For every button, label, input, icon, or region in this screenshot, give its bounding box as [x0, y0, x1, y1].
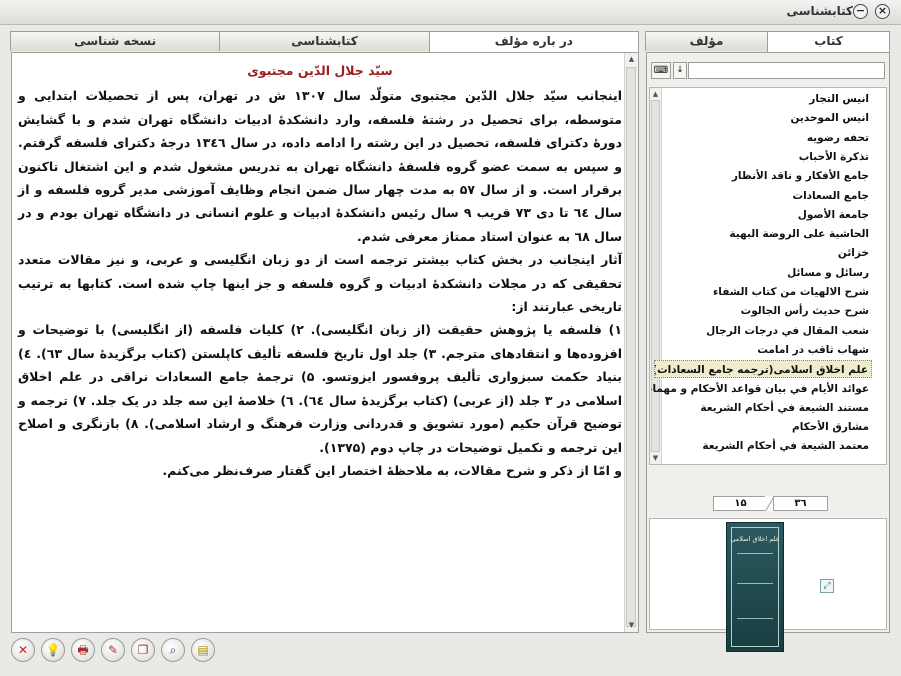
author-panel: نسخه شناسی کتابشناسی در باره مؤلف سیّد ج… [10, 31, 639, 633]
cover-title: علم اخلاق اسلامی [730, 535, 780, 543]
print-icon: 🖶 [77, 643, 89, 657]
keyboard-button[interactable]: ⌨ [651, 62, 671, 79]
notes-button[interactable]: ▤ [191, 638, 215, 662]
scroll-up-icon[interactable]: ▲ [626, 54, 637, 65]
current-page-field[interactable]: ۱۵ [713, 496, 768, 511]
list-item[interactable]: جامع الأفكار و ناقد الأنظار [651, 167, 872, 185]
list-item[interactable]: تحفه رضويه [651, 129, 872, 147]
list-item[interactable]: شعب المقال في درجات الرجال [651, 322, 872, 340]
notes-icon: ▤ [197, 643, 209, 657]
list-item[interactable]: جامع السعادات [651, 187, 872, 205]
tab-author[interactable]: مؤلف [645, 31, 768, 51]
scroll-thumb[interactable] [626, 67, 636, 627]
search-input[interactable] [688, 62, 885, 79]
document-scrollbar[interactable]: ▲ ▼ [624, 53, 638, 632]
edit-button[interactable]: ✎ [101, 638, 125, 662]
paragraph: اینجانب سیّد جلال الدّین مجتبوی متولّد س… [18, 88, 623, 244]
cover-rule [737, 583, 773, 584]
list-item[interactable]: معتمد الشيعة في أحكام الشريعة [651, 437, 872, 455]
window-title: کتابشناسی [786, 4, 853, 18]
close-icon: ✕ [17, 643, 29, 657]
cover-rule [737, 618, 773, 619]
tab-about-author[interactable]: در باره مؤلف [428, 31, 639, 53]
book-cover-image: علم اخلاق اسلامی [726, 522, 784, 652]
list-item[interactable]: انيس الموحدين [651, 109, 872, 127]
list-item[interactable]: شرح حديث رأس الجالوت [651, 302, 872, 320]
book-list: ▲ ▼ انيس التجار انيس الموحدين تحفه رضويه تذ… [649, 87, 887, 465]
document-text: سیّد جلال الدّین مجتبوی اینجانب سیّد جلا… [18, 59, 622, 482]
tab-book[interactable]: کتاب [767, 31, 890, 53]
print-button[interactable]: 🖶 [71, 638, 95, 662]
right-tab-bar: مؤلف کتاب [645, 31, 890, 53]
search-button[interactable]: ⌕ [161, 638, 185, 662]
list-item[interactable]: مستند الشيعة في أحكام الشريعة [651, 399, 872, 417]
minus-icon: − [855, 4, 866, 17]
keyboard-icon: ⌨ [653, 65, 669, 76]
list-item[interactable]: رسائل و مسائل [651, 264, 872, 282]
left-tab-bar: نسخه شناسی کتابشناسی در باره مؤلف [10, 31, 639, 53]
search-row: ⌨ ↓ [651, 62, 885, 80]
document-heading: سیّد جلال الدّین مجتبوی [247, 63, 393, 78]
cover-border [731, 527, 779, 647]
list-item[interactable]: شرح الالهيات من كتاب الشفاء [651, 283, 872, 301]
edit-icon: ✎ [107, 643, 119, 657]
expand-icon[interactable]: ⤢ [820, 579, 834, 593]
book-panel: مؤلف کتاب ⌨ ↓ ▲ ▼ انيس التجار انيس الموحد… [645, 31, 890, 652]
close-icon: × [877, 4, 888, 17]
document-view: سیّد جلال الدّین مجتبوی اینجانب سیّد جلا… [11, 52, 639, 633]
list-item[interactable]: علم اخلاق اسلامی(ترجمه جامع السعادات) [654, 360, 872, 379]
paragraph: آثار اینجانب در بخش کتاب بیشتر ترجمه است… [18, 252, 622, 315]
arrow-down-icon: ↓ [676, 65, 684, 75]
bottom-toolbar: ✕ 💡 🖶 ✎ ❐ ⌕ ▤ [11, 638, 215, 664]
copy-icon: ❐ [137, 643, 149, 657]
list-item[interactable]: تذكرة الأحباب [651, 148, 872, 166]
search-down-button[interactable]: ↓ [673, 62, 687, 79]
list-item[interactable]: خزائن [651, 244, 872, 262]
copy-button[interactable]: ❐ [131, 638, 155, 662]
scroll-down-icon[interactable]: ▼ [626, 620, 637, 631]
pager: ۱۵ ۳٦ [713, 496, 828, 512]
minimize-button[interactable]: − [853, 4, 868, 19]
cover-rule [737, 553, 773, 554]
tab-manuscript[interactable]: نسخه شناسی [10, 31, 221, 51]
search-icon: ⌕ [169, 643, 177, 657]
list-item[interactable]: شهاب ثاقب در امامت [651, 341, 872, 359]
tip-button[interactable]: 💡 [41, 638, 65, 662]
paragraph: ۱) فلسفه یا پژوهش حقیقت (از زبان انگلیسی… [18, 322, 622, 455]
book-panel-body: ⌨ ↓ ▲ ▼ انيس التجار انيس الموحدين تحفه رضو… [646, 52, 890, 652]
list-item[interactable]: عوائد الأيام في بيان قواعد الأحكام و مهم… [651, 380, 872, 398]
paragraph: و امّا از ذکر و شرح مقالات، به ملاحظهٔ ا… [162, 462, 622, 478]
tip-icon: 💡 [45, 643, 61, 657]
close-window-button[interactable]: × [875, 4, 890, 19]
total-pages: ۳٦ [773, 496, 828, 511]
list-item[interactable]: جامعة الأصول [651, 206, 872, 224]
title-bar: کتابشناسی − × [0, 0, 901, 25]
tab-bibliography[interactable]: کتابشناسی [219, 31, 430, 51]
list-item[interactable]: الحاشية على الروضة البهية [651, 225, 872, 243]
cover-frame: علم اخلاق اسلامی ⤢ [649, 518, 887, 652]
list-item[interactable]: مشارق الأحكام [651, 418, 872, 436]
list-item[interactable]: انيس التجار [651, 90, 872, 108]
close-button[interactable]: ✕ [11, 638, 35, 662]
